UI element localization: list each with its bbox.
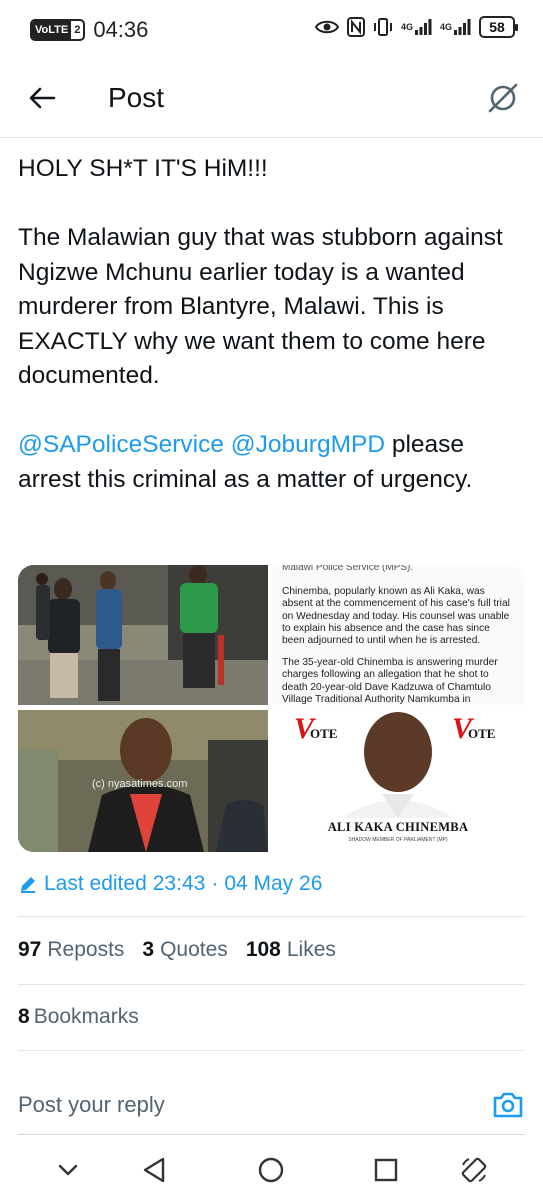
post-body: HOLY SH*T IT'S HiM!!! The Malawian guy t… bbox=[18, 152, 528, 497]
likes-count: 108 bbox=[245, 938, 281, 961]
volte-badge: VoLTE 2 bbox=[30, 19, 86, 41]
volte-label: VoLTE bbox=[32, 21, 72, 39]
volte-sim: 2 bbox=[74, 24, 81, 36]
nav-recents-button[interactable] bbox=[370, 1154, 402, 1186]
signal-label-2: 4G bbox=[439, 22, 452, 32]
vote-label-left: VOTE bbox=[294, 712, 337, 746]
nav-back-button[interactable] bbox=[138, 1154, 170, 1186]
vibrate-icon bbox=[373, 17, 393, 37]
nav-home-button[interactable] bbox=[255, 1154, 287, 1186]
media-photo-1[interactable] bbox=[18, 565, 268, 705]
bookmarks-count: 8 bbox=[18, 1005, 30, 1028]
divider-3 bbox=[18, 1050, 525, 1051]
circle-home-icon bbox=[258, 1157, 284, 1183]
post-line-1: HOLY SH*T IT'S HiM!!! bbox=[18, 155, 268, 182]
post-paragraph-3: @SAPoliceService @JoburgMPD please arres… bbox=[18, 428, 528, 497]
media-grid: Malawi Police Service (MPS). Chinemba, p… bbox=[18, 565, 524, 852]
post-paragraph-2: The Malawian guy that was stubborn again… bbox=[18, 224, 503, 389]
bookmarks-stat[interactable]: 8 Bookmarks bbox=[18, 1005, 139, 1029]
reply-input[interactable]: Post your reply bbox=[18, 1092, 165, 1118]
bookmarks-label: Bookmarks bbox=[33, 1005, 139, 1028]
mention-sapoliceservice[interactable]: @SAPoliceService bbox=[18, 431, 224, 458]
grok-button[interactable] bbox=[483, 78, 523, 118]
last-edited-time: 23:43 bbox=[152, 872, 206, 895]
page-title: Post bbox=[108, 82, 165, 113]
quotes-label: Quotes bbox=[160, 938, 228, 961]
last-edited-date: 04 May 26 bbox=[224, 872, 323, 895]
candidate-portrait bbox=[342, 712, 454, 818]
candidate-title: SHADOW MEMBER OF PARLIAMENT (MP) bbox=[348, 837, 448, 843]
square-recents-icon bbox=[374, 1158, 398, 1182]
nav-rotate-button[interactable] bbox=[458, 1154, 490, 1186]
last-edited-sep: · bbox=[211, 872, 219, 895]
nfc-icon bbox=[346, 17, 365, 37]
signal-label-1: 4G bbox=[400, 22, 413, 32]
vote-text-right: OTE bbox=[468, 726, 496, 741]
candidate-name: ALI KAKA CHINEMBA bbox=[327, 820, 469, 834]
reply-bar: Post your reply bbox=[0, 1070, 543, 1140]
status-time: 04:36 bbox=[93, 17, 149, 42]
status-right: 4G 4G 58 bbox=[314, 16, 518, 38]
article-text: Malawi Police Service (MPS). Chinemba, p… bbox=[272, 565, 524, 705]
mention-joburgmpd[interactable]: @JoburgMPD bbox=[231, 431, 385, 458]
system-nav-bar bbox=[0, 1140, 543, 1200]
media-article-screenshot[interactable]: Malawi Police Service (MPS). Chinemba, p… bbox=[272, 565, 524, 705]
divider-1 bbox=[18, 916, 525, 917]
quotes-stat[interactable]: 3 Quotes bbox=[142, 938, 227, 962]
quotes-count: 3 bbox=[142, 938, 155, 961]
last-edited-link[interactable]: Last edited 23:43 · 04 May 26 bbox=[18, 872, 322, 896]
battery-indicator: 58 bbox=[479, 16, 518, 38]
article-paragraph-1: Chinemba, popularly known as Ali Kaka, w… bbox=[282, 586, 510, 647]
article-paragraph-2: The 35-year-old Chinemba is answering mu… bbox=[282, 657, 498, 705]
engagement-stats: 97 Reposts 3 Quotes 108 Likes bbox=[18, 938, 336, 962]
status-bar: VoLTE 2 04:36 4G 4G 58 bbox=[0, 0, 543, 60]
grok-icon bbox=[488, 83, 518, 113]
nav-collapse-button[interactable] bbox=[52, 1154, 84, 1186]
camera-button[interactable] bbox=[491, 1088, 525, 1122]
last-edited-label: Last edited bbox=[44, 872, 147, 895]
likes-stat[interactable]: 108 Likes bbox=[246, 938, 336, 962]
back-button[interactable] bbox=[22, 80, 62, 116]
camera-icon bbox=[493, 1092, 523, 1118]
media-vote-poster[interactable]: VOTE VOTE ALI KAKA CHINEMBA SHADOW MEMBE… bbox=[272, 710, 524, 852]
article-heading: Malawi Police Service (MPS). bbox=[282, 565, 414, 573]
watermark-text: (c) nyasatimes.com bbox=[92, 778, 188, 790]
reposts-label: Reposts bbox=[47, 938, 125, 961]
signal-icon-1: 4G bbox=[401, 19, 432, 35]
arrow-left-icon bbox=[29, 87, 56, 109]
top-header: Post bbox=[0, 60, 543, 138]
eye-icon bbox=[314, 19, 339, 35]
reply-underline bbox=[18, 1134, 525, 1135]
triangle-back-icon bbox=[143, 1157, 165, 1183]
status-left: VoLTE 2 04:36 bbox=[30, 17, 148, 43]
media-photo-2[interactable]: (c) nyasatimes.com bbox=[18, 710, 268, 852]
rotate-screen-icon bbox=[461, 1157, 487, 1183]
chevron-down-icon bbox=[58, 1164, 78, 1176]
likes-label: Likes bbox=[286, 938, 336, 961]
signal-icon-2: 4G bbox=[440, 19, 471, 35]
pencil-icon bbox=[21, 877, 35, 893]
reposts-count: 97 bbox=[18, 938, 42, 961]
divider-2 bbox=[18, 984, 525, 985]
reposts-stat[interactable]: 97 Reposts bbox=[18, 938, 124, 962]
street-scene-image bbox=[18, 565, 268, 705]
